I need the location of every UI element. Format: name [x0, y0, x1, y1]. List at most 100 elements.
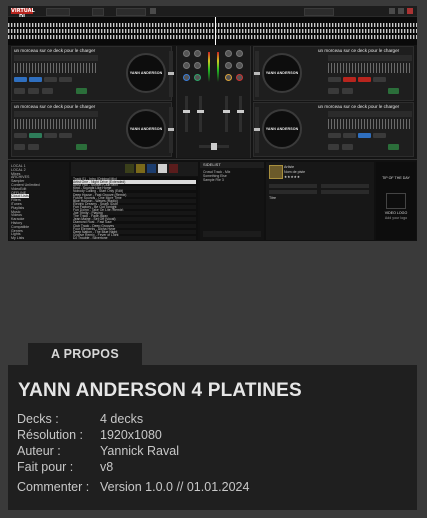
- deck-4-pad-1: [328, 133, 341, 138]
- deck-3-jog-label: YANN ANDERSON: [129, 127, 163, 131]
- about-title: YANN ANDERSON 4 PLATINES: [18, 380, 302, 401]
- ad-video-logo: VIDEO LOGO: [384, 211, 408, 215]
- deck-3-title: un morceau sur ce deck pour le charger: [14, 104, 96, 109]
- browser-track-list: Track 01 - Intro (Original Mix) Artist On…: [71, 177, 198, 240]
- sidelist-title: SIDELIST: [200, 162, 264, 168]
- ad-video-logo-sub: Add your logo: [384, 216, 408, 220]
- mixer-gain-1: [183, 50, 190, 57]
- skin-master-vol: [304, 8, 334, 16]
- deck-1-sync: [42, 88, 53, 94]
- deck-2-pitch: [254, 51, 260, 97]
- deck-2-wave: [328, 63, 412, 73]
- about-label-resolution: Résolution :: [17, 428, 84, 442]
- deck-2-info: [328, 55, 412, 61]
- mixer-fader-2-cap: [197, 110, 204, 113]
- browser-track-info: Artiste Nom de piste ★★★★★ Titre: [266, 162, 374, 240]
- skin-browser: LOCAL 1 LOCAL 2 Mixes ARCHIVES Sampler Conten…: [8, 159, 417, 241]
- deck-1-pitch: [168, 51, 174, 97]
- deck-1-pad-2: [29, 77, 42, 82]
- deck-3-pad-1: [14, 133, 27, 138]
- skin-minimize-icon: [389, 8, 395, 14]
- skin-mixer: [176, 46, 251, 158]
- mixer-eq-4: [236, 62, 243, 69]
- cover-4: [158, 164, 167, 173]
- track-row: DJ Trouble - Silvertone: [73, 235, 196, 240]
- cover-2: [136, 164, 145, 173]
- deck-1-cue: [14, 88, 25, 94]
- skin-waveform: [8, 17, 417, 45]
- deck-3-pad-2: [29, 133, 42, 138]
- mixer-fader-4: [239, 96, 242, 132]
- deck-1-pad-4: [59, 77, 72, 82]
- skin-maximize-icon: [398, 8, 404, 14]
- waveform-lane-3: [8, 35, 417, 39]
- cover-5: [169, 164, 178, 173]
- mixer-eq-3: [225, 62, 232, 69]
- deck-2-pad-2: [343, 77, 356, 82]
- track-info-cover: [269, 165, 283, 179]
- track-info-rating: ★★★★★: [284, 175, 301, 179]
- ad-video-logo-box: [386, 193, 406, 209]
- deck-2-play: [342, 88, 353, 94]
- mixer-fader-3-cap: [223, 110, 230, 113]
- mixer-gain-2: [194, 50, 201, 57]
- deck-3-pitch: [168, 107, 174, 153]
- mixer-gain-4: [236, 50, 243, 57]
- mixer-fader-1: [185, 96, 188, 132]
- deck-1-jog-label: YANN ANDERSON: [129, 71, 163, 75]
- deck-3-play: [28, 144, 39, 150]
- deck-2-title: un morceau sur ce deck pour le charger: [318, 48, 400, 53]
- skin-search-field: [116, 8, 146, 16]
- browser-ad-panel: TIP OF THE DAY VIDEO LOGO Add your logo: [376, 162, 416, 240]
- skin-master-field: [92, 8, 104, 16]
- deck-1-pad-3: [44, 77, 57, 82]
- deck-4-pitch: [254, 107, 260, 153]
- waveform-cursor: [215, 17, 216, 45]
- about-value-decks: 4 decks: [100, 412, 144, 426]
- deck-1-jog: YANN ANDERSON: [126, 53, 166, 93]
- about-value-author: Yannick Raval: [100, 444, 179, 458]
- deck-3-wave: [14, 119, 98, 129]
- mixer-filter-3: [225, 74, 232, 81]
- deck-4-pad-2: [343, 133, 356, 138]
- skin-deck-4: YANN ANDERSON un morceau sur ce deck pou…: [253, 102, 414, 157]
- deck-4-info: [328, 111, 412, 117]
- cover-3: [147, 164, 156, 173]
- track-info-field-2: [321, 184, 369, 188]
- mixer-filter-4: [236, 74, 243, 81]
- deck-2-pad-1: [328, 77, 341, 82]
- mixer-fader-1-cap: [183, 110, 190, 113]
- about-value-comment: Version 1.0.0 // 01.01.2024: [100, 480, 250, 494]
- mixer-vu-right: [217, 52, 219, 82]
- skin-clock-field: [46, 8, 70, 16]
- deck-2-jog: YANN ANDERSON: [262, 53, 302, 93]
- deck-3-loop: [76, 144, 87, 150]
- sidelist-toolbar: [203, 231, 261, 237]
- mixer-fader-2: [199, 96, 202, 132]
- track-info-field-3: [269, 190, 317, 194]
- deck-1-play: [28, 88, 39, 94]
- mixer-eq-2: [194, 62, 201, 69]
- about-label-made-for: Fait pour :: [17, 460, 74, 474]
- track-info-field-4: [321, 190, 369, 194]
- tab-a-propos[interactable]: A PROPOS: [28, 343, 142, 365]
- track-info-artist: Artiste: [284, 165, 295, 169]
- track-info-field-1: [269, 184, 317, 188]
- skin-settings-icon: [150, 8, 156, 14]
- mixer-filter-2: [194, 74, 201, 81]
- deck-2-pad-3: [358, 77, 371, 82]
- deck-1-pad-1: [14, 77, 27, 82]
- ad-tip-title: TIP OF THE DAY: [382, 176, 410, 180]
- deck-1-info: [14, 55, 98, 61]
- cover-1: [125, 164, 134, 173]
- skin-logo: VIRTUAL DJ: [11, 8, 35, 20]
- track-info-name: Nom de piste: [284, 170, 306, 174]
- waveform-lane-2: [8, 29, 417, 33]
- skin-deck-2: YANN ANDERSON un morceau sur ce deck pou…: [253, 46, 414, 101]
- mixer-fader-4-cap: [237, 110, 244, 113]
- mixer-vu-left: [208, 52, 210, 82]
- mixer-crossfader-cap: [211, 143, 217, 150]
- deck-4-loop: [388, 144, 399, 150]
- sidelist-item: Sample File 3: [203, 178, 224, 182]
- about-value-made-for: v8: [100, 460, 114, 474]
